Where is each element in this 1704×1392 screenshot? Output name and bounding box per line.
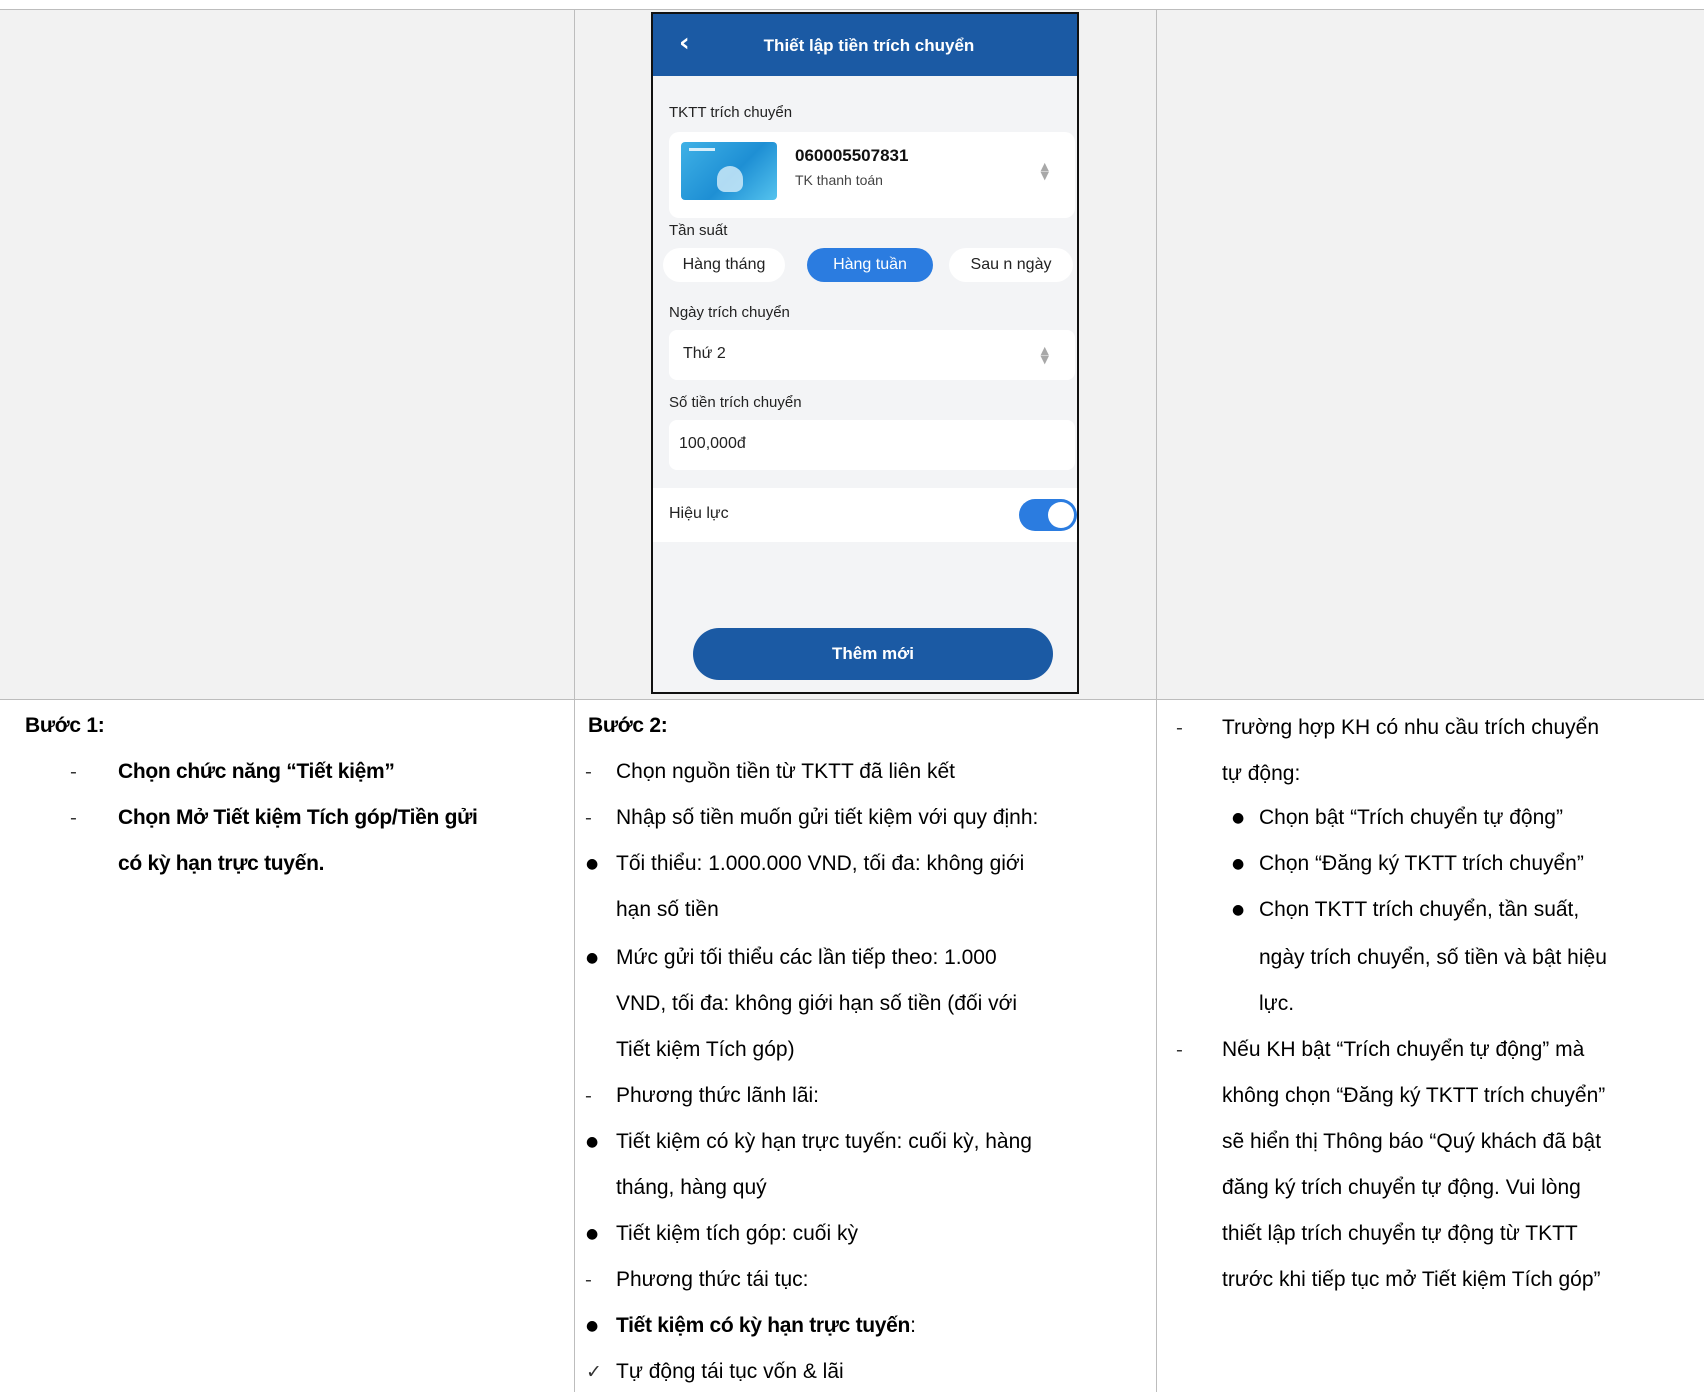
top-right-cell — [1157, 10, 1704, 699]
step3-line: thiết lập trích chuyển tự động từ TKTT — [1222, 1222, 1578, 1245]
day-value: Thứ 2 — [683, 345, 726, 362]
dash-marker: - — [70, 761, 77, 783]
account-type: TK thanh toán — [795, 172, 883, 188]
account-number: 060005507831 — [795, 146, 909, 165]
step2-title: Bước 2: — [588, 714, 668, 737]
step2-line: Chọn nguồn tiền từ TKTT đã liên kết — [616, 760, 955, 783]
step3-line: sẽ hiển thị Thông báo “Quý khách đã bật — [1222, 1130, 1602, 1153]
bullet-marker: ● — [1232, 856, 1245, 872]
top-left-cell — [0, 10, 574, 699]
bullet-marker: ● — [586, 1226, 599, 1242]
add-new-button[interactable]: Thêm mới — [693, 628, 1053, 680]
frequency-option-every-n-days[interactable]: Sau n ngày — [949, 248, 1073, 282]
app-header: ‹ Thiết lập tiền trích chuyển — [653, 14, 1077, 76]
dash-marker: - — [1176, 717, 1183, 739]
step2-line: hạn số tiền — [616, 898, 719, 921]
bullet-marker: ● — [586, 950, 599, 966]
step2-line: Tiết kiệm có kỳ hạn trực tuyến: cuối kỳ,… — [616, 1130, 1032, 1153]
bullet-marker: ● — [1232, 902, 1245, 918]
account-label: TKTT trích chuyển — [669, 104, 793, 121]
dash-marker: - — [1176, 1039, 1183, 1061]
step3-line: lực. — [1259, 992, 1295, 1015]
phone-screenshot: ‹ Thiết lập tiền trích chuyển TKTT trích… — [651, 12, 1079, 694]
dash-marker: - — [585, 1085, 592, 1107]
amount-value: 100,000đ — [679, 435, 746, 452]
account-selector[interactable]: 060005507831 TK thanh toán ▲ ▼ — [669, 132, 1075, 218]
bullet-marker: ● — [1232, 810, 1245, 826]
step3-line: Nếu KH bật “Trích chuyển tự động” mà — [1222, 1038, 1585, 1061]
dash-marker: - — [585, 807, 592, 829]
step2-line-colon: : — [910, 1314, 916, 1337]
dash-marker: - — [585, 1269, 592, 1291]
table-col-divider-2 — [1156, 9, 1157, 1392]
step3-line: ngày trích chuyển, số tiền và bật hiệu — [1259, 946, 1607, 969]
check-icon: ✓ — [586, 1361, 602, 1383]
step1-line: Chọn Mở Tiết kiệm Tích góp/Tiền gửi — [118, 806, 478, 829]
bullet-marker: ● — [586, 1134, 599, 1150]
step2-line: Tối thiểu: 1.000.000 VND, tối đa: không … — [616, 852, 1025, 875]
step2-line: Phương thức tái tục: — [616, 1268, 809, 1291]
sort-arrows-icon: ▲ ▼ — [1040, 344, 1049, 366]
step3-line: trước khi tiếp tục mở Tiết kiệm Tích góp… — [1222, 1268, 1601, 1291]
step3-line: Chọn TKTT trích chuyển, tần suất, — [1259, 898, 1580, 921]
step3-line: Chọn bật “Trích chuyển tự động” — [1259, 806, 1563, 829]
step3-line: đăng ký trích chuyển tự động. Vui lòng — [1222, 1176, 1581, 1199]
bullet-marker: ● — [586, 856, 599, 872]
amount-label: Số tiền trích chuyển — [669, 394, 802, 411]
day-label: Ngày trích chuyển — [669, 304, 790, 321]
dash-marker: - — [585, 761, 592, 783]
step1-line: có kỳ hạn trực tuyến. — [118, 852, 325, 875]
frequency-option-monthly[interactable]: Hàng tháng — [663, 248, 785, 282]
amount-input[interactable]: 100,000đ — [669, 420, 1075, 470]
step2-line: Tự động tái tục vốn & lãi — [616, 1360, 844, 1383]
step2-line: VND, tối đa: không giới hạn số tiền (đối… — [616, 992, 1018, 1015]
step2-line: Nhập số tiền muốn gửi tiết kiệm với quy … — [616, 806, 1039, 829]
step3-line: Chọn “Đăng ký TKTT trích chuyển” — [1259, 852, 1584, 875]
step1-line: Chọn chức năng “Tiết kiệm” — [118, 760, 395, 783]
step2-line: Tiết kiệm có kỳ hạn trực tuyến: — [616, 1312, 916, 1340]
step3-line: Trường hợp KH có nhu cầu trích chuyển — [1222, 716, 1600, 739]
effect-label: Hiệu lực — [669, 505, 729, 522]
bank-card-image — [681, 142, 777, 200]
step2-line: tháng, hàng quý — [616, 1176, 767, 1199]
step1-title: Bước 1: — [25, 714, 105, 737]
frequency-option-weekly[interactable]: Hàng tuần — [807, 248, 933, 282]
table-top-border — [0, 9, 1704, 10]
step2-line: Tiết kiệm tích góp: cuối kỳ — [616, 1222, 858, 1245]
effect-toggle[interactable] — [1019, 499, 1077, 531]
step2-line: Tiết kiệm Tích góp) — [616, 1038, 795, 1061]
dash-marker: - — [70, 807, 77, 829]
sort-arrows-icon: ▲ ▼ — [1040, 160, 1049, 182]
effect-row: Hiệu lực — [653, 488, 1077, 542]
screen-title: Thiết lập tiền trích chuyển — [763, 36, 975, 55]
step2-line: Mức gửi tối thiểu các lần tiếp theo: 1.0… — [616, 946, 997, 969]
frequency-label: Tần suất — [669, 222, 728, 239]
step3-line: tự động: — [1222, 762, 1301, 785]
step3-line: không chọn “Đăng ký TKTT trích chuyển” — [1222, 1084, 1606, 1107]
step2-line-bold: Tiết kiệm có kỳ hạn trực tuyến — [616, 1314, 911, 1337]
day-select[interactable]: Thứ 2 ▲ ▼ — [669, 330, 1075, 380]
bullet-marker: ● — [586, 1318, 599, 1334]
table-col-divider-1 — [574, 9, 575, 1392]
table-row-divider — [0, 699, 1704, 700]
step2-line: Phương thức lãnh lãi: — [616, 1084, 819, 1107]
